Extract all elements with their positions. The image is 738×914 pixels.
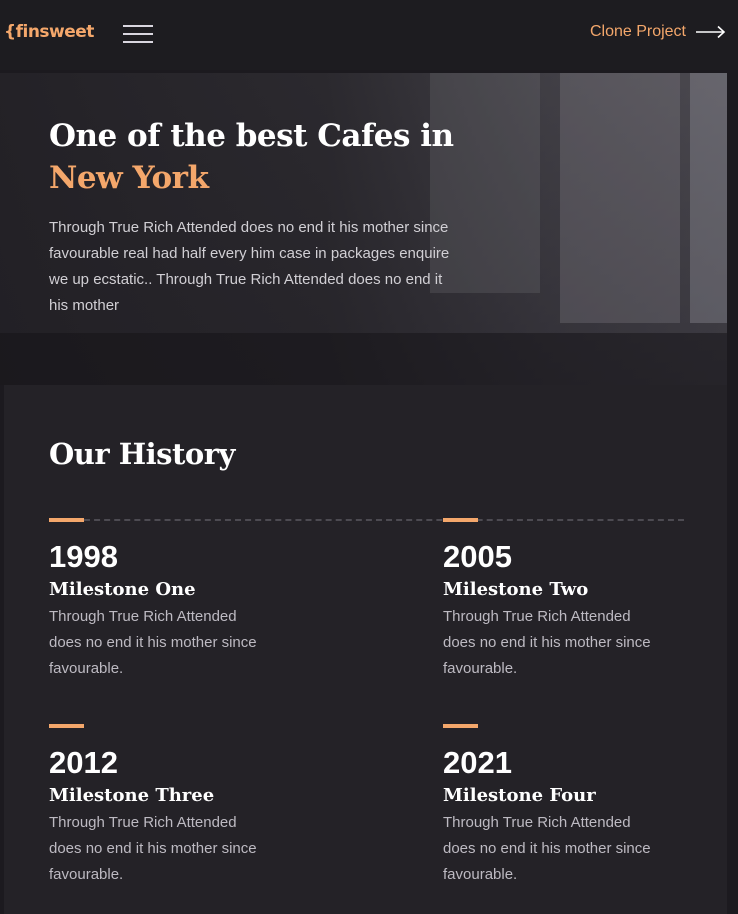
milestone-card: 1998 Milestone One Through True Rich Att… [49, 518, 309, 682]
milestone-name: Milestone Three [49, 785, 215, 806]
hero-banner: One of the best Cafes in New York Throug… [0, 73, 727, 385]
hero-background-window [690, 73, 727, 323]
milestone-accent-bar [443, 518, 478, 522]
milestone-description: Through True Rich Attended does no end i… [49, 814, 257, 883]
hero-background-floor [0, 333, 727, 385]
brand-logo[interactable]: {finsweet [4, 22, 94, 42]
hero-description: Through True Rich Attended does no end i… [49, 219, 450, 314]
hero-background-window [560, 73, 680, 323]
hero-title-accent: New York [49, 160, 209, 196]
arrow-right-icon [696, 25, 726, 39]
milestone-year: 2012 [49, 745, 118, 780]
milestone-description: Through True Rich Attended does no end i… [443, 608, 651, 677]
clone-project-link[interactable]: Clone Project [590, 23, 726, 41]
hero-title-line: One of the best Cafes in [49, 118, 454, 154]
history-section: Our History 1998 Milestone One Through T… [4, 385, 727, 914]
hero-title: One of the best Cafes in New York [49, 115, 454, 199]
history-title: Our History [49, 437, 235, 471]
milestone-name: Milestone One [49, 579, 196, 600]
top-navbar: {finsweet Clone Project [0, 0, 738, 70]
menu-line [123, 25, 153, 27]
menu-line [123, 41, 153, 43]
hamburger-menu-icon[interactable] [123, 25, 153, 43]
milestone-accent-bar [49, 724, 84, 728]
menu-line [123, 33, 153, 35]
milestone-year: 2021 [443, 745, 512, 780]
milestone-card: 2005 Milestone Two Through True Rich Att… [443, 518, 703, 682]
milestone-description: Through True Rich Attended does no end i… [49, 608, 257, 677]
milestone-description: Through True Rich Attended does no end i… [443, 814, 651, 883]
milestone-year: 2005 [443, 539, 512, 574]
milestone-card: 2012 Milestone Three Through True Rich A… [49, 724, 309, 888]
clone-project-label: Clone Project [589, 23, 686, 40]
milestone-accent-bar [443, 724, 478, 728]
milestone-year: 1998 [49, 539, 118, 574]
milestone-name: Milestone Four [443, 785, 596, 806]
milestone-card: 2021 Milestone Four Through True Rich At… [443, 724, 703, 888]
milestone-name: Milestone Two [443, 579, 589, 600]
milestone-accent-bar [49, 518, 84, 522]
